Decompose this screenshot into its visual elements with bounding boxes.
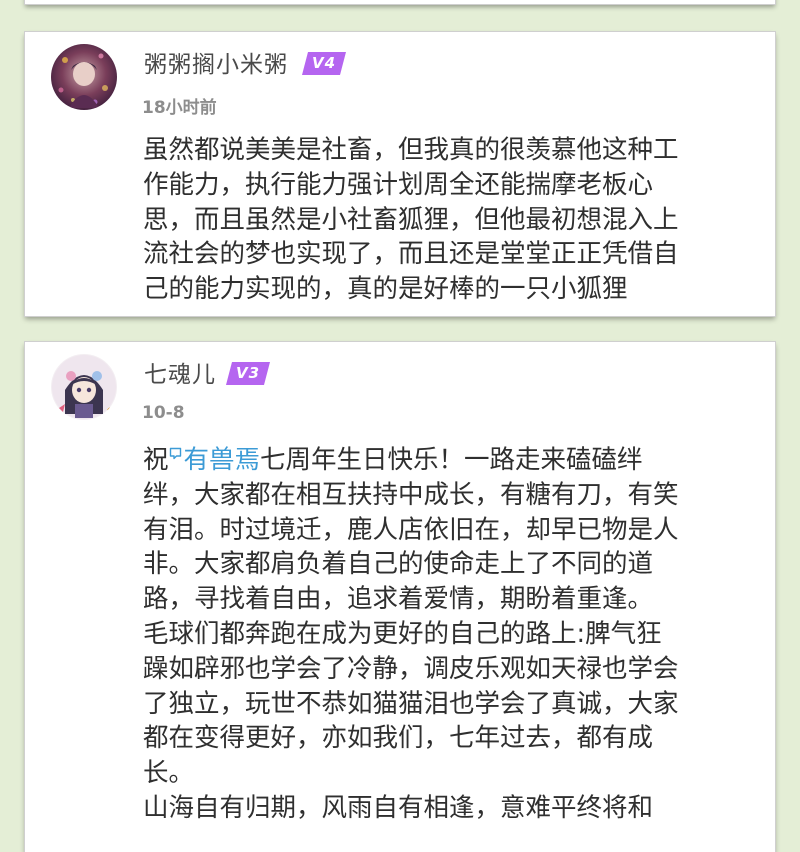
comment-suffix: 七周年生日快乐！一路走来磕磕绊	[260, 445, 643, 475]
comment-line: 流社会的梦也实现了，而且还是堂堂正正凭借自	[143, 239, 679, 270]
comment-line: 毛球们都奔跑在成为更好的自己的路上:脾气狂	[143, 618, 662, 649]
level-badge-label: V4	[311, 54, 337, 72]
avatar[interactable]	[51, 354, 117, 420]
comment-line: 有泪。时过境迁，鹿人店依旧在，却早已物是人	[143, 514, 679, 545]
comment-card: 七魂儿 V3 10-8 祝有兽焉七周年生日快乐！一路走来磕磕绊 绊，大家都在相互…	[25, 342, 775, 852]
comment-line: 祝有兽焉七周年生日快乐！一路走来磕磕绊	[143, 443, 753, 478]
comment-time: 18小时前	[142, 98, 217, 118]
mention-icon	[169, 447, 182, 460]
comment-line: 躁如辟邪也学会了冷静，调皮乐观如天禄也学会	[143, 653, 679, 684]
comment-time: 10-8	[142, 403, 185, 423]
comment-line: 己的能力实现的，真的是好棒的一只小狐狸	[143, 274, 628, 305]
avatar[interactable]	[51, 44, 117, 110]
level-badge-label: V3	[235, 364, 261, 382]
level-badge: V3	[226, 362, 270, 385]
comment-line: 思，而且虽然是小社畜狐狸，但他最初想混入上	[143, 204, 679, 235]
level-badge: V4	[302, 52, 346, 75]
comment-line: 了独立，玩世不恭如猫猫泪也学会了真诚，大家	[143, 688, 679, 719]
mention-link[interactable]: 有兽焉	[184, 445, 261, 475]
comment-line: 绊，大家都在相互扶持中成长，有糖有刀，有笑	[143, 479, 679, 510]
comment-text: 虽然都说美美是社畜，但我真的很羡慕他这种工 作能力，执行能力强计划周全还能揣摩老…	[143, 133, 753, 307]
comment-line: 山海自有归期，风雨自有相逢，意难平终将和	[143, 792, 654, 823]
username[interactable]: 粥粥搁小米粥	[144, 45, 288, 79]
comment-line: 作能力，执行能力强计划周全还能揣摩老板心	[143, 169, 654, 200]
comment-line: 虽然都说美美是社畜，但我真的很羡慕他这种工	[143, 135, 679, 165]
comment-line: 路，寻找着自由，追求着爱情，期盼着重逢。	[143, 584, 654, 615]
comment-card: 粥粥搁小米粥 V4 18小时前 虽然都说美美是社畜，但我真的很羡慕他这种工 作能…	[25, 32, 775, 316]
comment-text: 祝有兽焉七周年生日快乐！一路走来磕磕绊 绊，大家都在相互扶持中成长，有糖有刀，有…	[143, 443, 753, 826]
comment-prefix: 祝	[143, 445, 169, 475]
previous-comment-card	[25, 0, 775, 4]
comment-line: 非。大家都肩负着自己的使命走上了不同的道	[143, 549, 654, 580]
username[interactable]: 七魂儿	[144, 355, 216, 389]
comment-line: 都在变得更好，亦如我们，七年过去，都有成	[143, 723, 654, 754]
comment-line: 长。	[143, 758, 195, 789]
